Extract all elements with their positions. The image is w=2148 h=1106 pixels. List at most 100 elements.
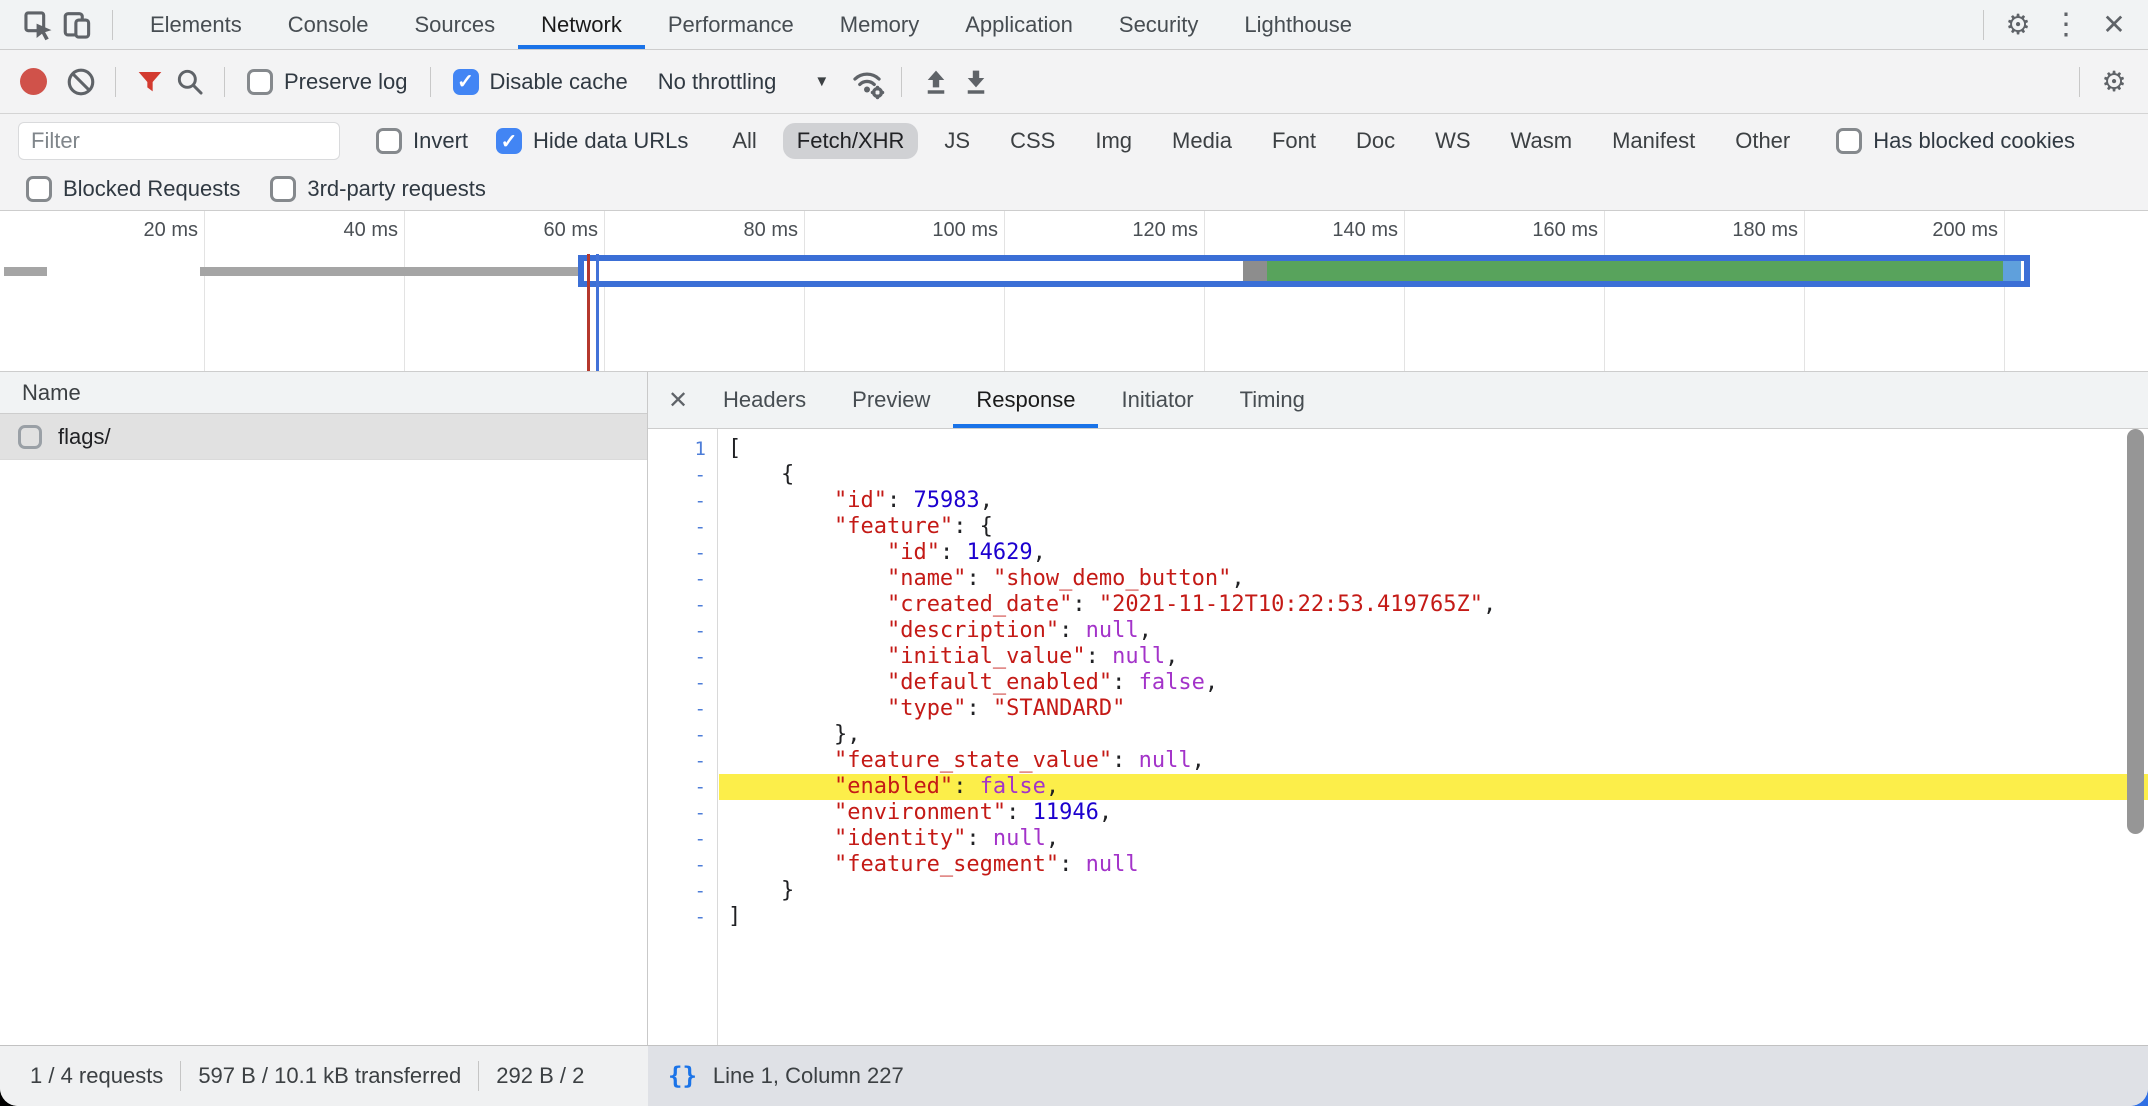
- status-item: 597 B / 10.1 kB transferred: [198, 1063, 461, 1089]
- export-har-icon[interactable]: [956, 62, 996, 102]
- devtools-window: ElementsConsoleSourcesNetworkPerformance…: [0, 0, 2148, 1106]
- has-blocked-cookies-label[interactable]: Has blocked cookies: [1873, 128, 2075, 154]
- network-conditions-icon[interactable]: [847, 62, 887, 102]
- network-overview-timeline[interactable]: 20 ms40 ms60 ms80 ms100 ms120 ms140 ms16…: [0, 211, 2148, 372]
- type-filter-manifest[interactable]: Manifest: [1598, 123, 1709, 159]
- json-token: null: [1112, 644, 1165, 669]
- kebab-menu-icon[interactable]: ⋮: [2046, 5, 2086, 45]
- invert-checkbox[interactable]: [376, 128, 402, 154]
- record-network-log-button[interactable]: [20, 68, 47, 95]
- close-detail-icon[interactable]: ✕: [656, 372, 700, 428]
- filter-funnel-icon[interactable]: [130, 62, 170, 102]
- json-token: 75983: [913, 488, 979, 513]
- request-row-flags[interactable]: flags/: [0, 414, 647, 460]
- main-tab-lighthouse[interactable]: Lighthouse: [1221, 0, 1375, 49]
- status-item: 292 B / 2: [496, 1063, 584, 1089]
- hide-data-urls-checkbox[interactable]: [496, 128, 522, 154]
- overview-request-bar[interactable]: [4, 267, 47, 276]
- json-token: ,: [1139, 618, 1152, 643]
- timeline-gridline: [404, 211, 405, 371]
- main-tab-security[interactable]: Security: [1096, 0, 1221, 49]
- gutter-line: -: [648, 826, 717, 852]
- status-bar: 1 / 4 requests597 B / 10.1 kB transferre…: [0, 1045, 2148, 1106]
- settings-gear-icon[interactable]: ⚙: [1998, 5, 2038, 45]
- main-tab-network[interactable]: Network: [518, 0, 645, 49]
- hide-data-urls-label[interactable]: Hide data URLs: [533, 128, 688, 154]
- has-blocked-cookies-checkbox[interactable]: [1836, 128, 1862, 154]
- main-tab-performance[interactable]: Performance: [645, 0, 817, 49]
- inspect-element-icon[interactable]: [18, 5, 58, 45]
- json-line: "feature": {: [719, 514, 2148, 540]
- json-line: [: [719, 436, 2148, 462]
- json-token: 14629: [966, 540, 1032, 565]
- main-tab-application[interactable]: Application: [942, 0, 1096, 49]
- timeline-gridline: [604, 211, 605, 371]
- main-tab-memory[interactable]: Memory: [817, 0, 942, 49]
- json-token: ,: [1046, 774, 1059, 799]
- type-filter-fetchxhr[interactable]: Fetch/XHR: [783, 123, 919, 159]
- detail-tab-preview[interactable]: Preview: [829, 372, 953, 428]
- response-editor[interactable]: 1------------------ [ { "id": 75983, "fe…: [648, 429, 2148, 1045]
- json-token: ,: [1231, 566, 1244, 591]
- main-tabbar: ElementsConsoleSourcesNetworkPerformance…: [0, 0, 2148, 50]
- type-filter-font[interactable]: Font: [1258, 123, 1330, 159]
- resource-type-filters: All Fetch/XHR JS CSS Img Media Font Doc WS Wasm Ma…: [712, 123, 1810, 159]
- json-token: [728, 774, 834, 799]
- search-icon[interactable]: [170, 62, 210, 102]
- type-filter-media[interactable]: Media: [1158, 123, 1246, 159]
- request-row-checkbox[interactable]: [18, 425, 42, 449]
- invert-label[interactable]: Invert: [413, 128, 468, 154]
- timeline-gridline: [1004, 211, 1005, 371]
- disable-cache-label[interactable]: Disable cache: [490, 69, 628, 95]
- type-filter-all[interactable]: All: [718, 123, 770, 159]
- timeline-tick-label: 200 ms: [1878, 219, 1998, 242]
- json-token: :: [953, 774, 980, 799]
- gutter-line: -: [648, 618, 717, 644]
- type-filter-js[interactable]: JS: [930, 123, 984, 159]
- name-column-header[interactable]: Name: [0, 372, 647, 414]
- detail-tab-response[interactable]: Response: [953, 372, 1098, 428]
- timeline-tick-label: 140 ms: [1278, 219, 1398, 242]
- clear-network-log-icon[interactable]: [61, 62, 101, 102]
- disable-cache-checkbox[interactable]: [453, 69, 479, 95]
- filter-input[interactable]: [18, 122, 340, 160]
- preserve-log-checkbox[interactable]: [247, 69, 273, 95]
- main-tab-elements[interactable]: Elements: [127, 0, 265, 49]
- main-tab-console[interactable]: Console: [265, 0, 392, 49]
- response-json-body[interactable]: [ { "id": 75983, "feature": { "id": 1462…: [719, 429, 2148, 1045]
- json-token: "enabled": [834, 774, 953, 799]
- close-devtools-icon[interactable]: ✕: [2094, 5, 2134, 45]
- vertical-scrollbar[interactable]: [2127, 429, 2144, 834]
- overview-selected-request-bar[interactable]: [578, 255, 2030, 287]
- import-har-icon[interactable]: [916, 62, 956, 102]
- third-party-requests-label[interactable]: 3rd-party requests: [307, 176, 486, 202]
- overview-request-bar[interactable]: [200, 267, 637, 276]
- type-filter-other[interactable]: Other: [1721, 123, 1804, 159]
- third-party-requests-checkbox[interactable]: [270, 176, 296, 202]
- json-token: "feature_segment": [834, 852, 1059, 877]
- divider: [180, 1061, 181, 1091]
- type-filter-css[interactable]: CSS: [996, 123, 1069, 159]
- detail-tab-initiator[interactable]: Initiator: [1098, 372, 1216, 428]
- type-filter-wasm[interactable]: Wasm: [1497, 123, 1587, 159]
- main-tab-sources[interactable]: Sources: [391, 0, 518, 49]
- throttling-select[interactable]: No throttling ▼: [658, 69, 829, 95]
- editor-status-bar: {} Line 1, Column 227: [648, 1046, 2148, 1106]
- type-filter-ws[interactable]: WS: [1421, 123, 1484, 159]
- divider: [478, 1061, 479, 1091]
- json-token: "show_demo_button": [993, 566, 1231, 591]
- network-settings-gear-icon[interactable]: ⚙: [2094, 62, 2134, 102]
- detail-tab-timing[interactable]: Timing: [1217, 372, 1328, 428]
- main-tabbar-tabs: ElementsConsoleSourcesNetworkPerformance…: [127, 0, 1375, 49]
- timeline-tick-label: 40 ms: [278, 219, 398, 242]
- type-filter-doc[interactable]: Doc: [1342, 123, 1409, 159]
- divider: [224, 67, 225, 97]
- type-filter-img[interactable]: Img: [1081, 123, 1146, 159]
- device-toolbar-icon[interactable]: [58, 5, 98, 45]
- preserve-log-label[interactable]: Preserve log: [284, 69, 408, 95]
- json-token: :: [1112, 670, 1139, 695]
- blocked-requests-checkbox[interactable]: [26, 176, 52, 202]
- detail-tab-headers[interactable]: Headers: [700, 372, 829, 428]
- json-token: :: [1086, 644, 1113, 669]
- blocked-requests-label[interactable]: Blocked Requests: [63, 176, 240, 202]
